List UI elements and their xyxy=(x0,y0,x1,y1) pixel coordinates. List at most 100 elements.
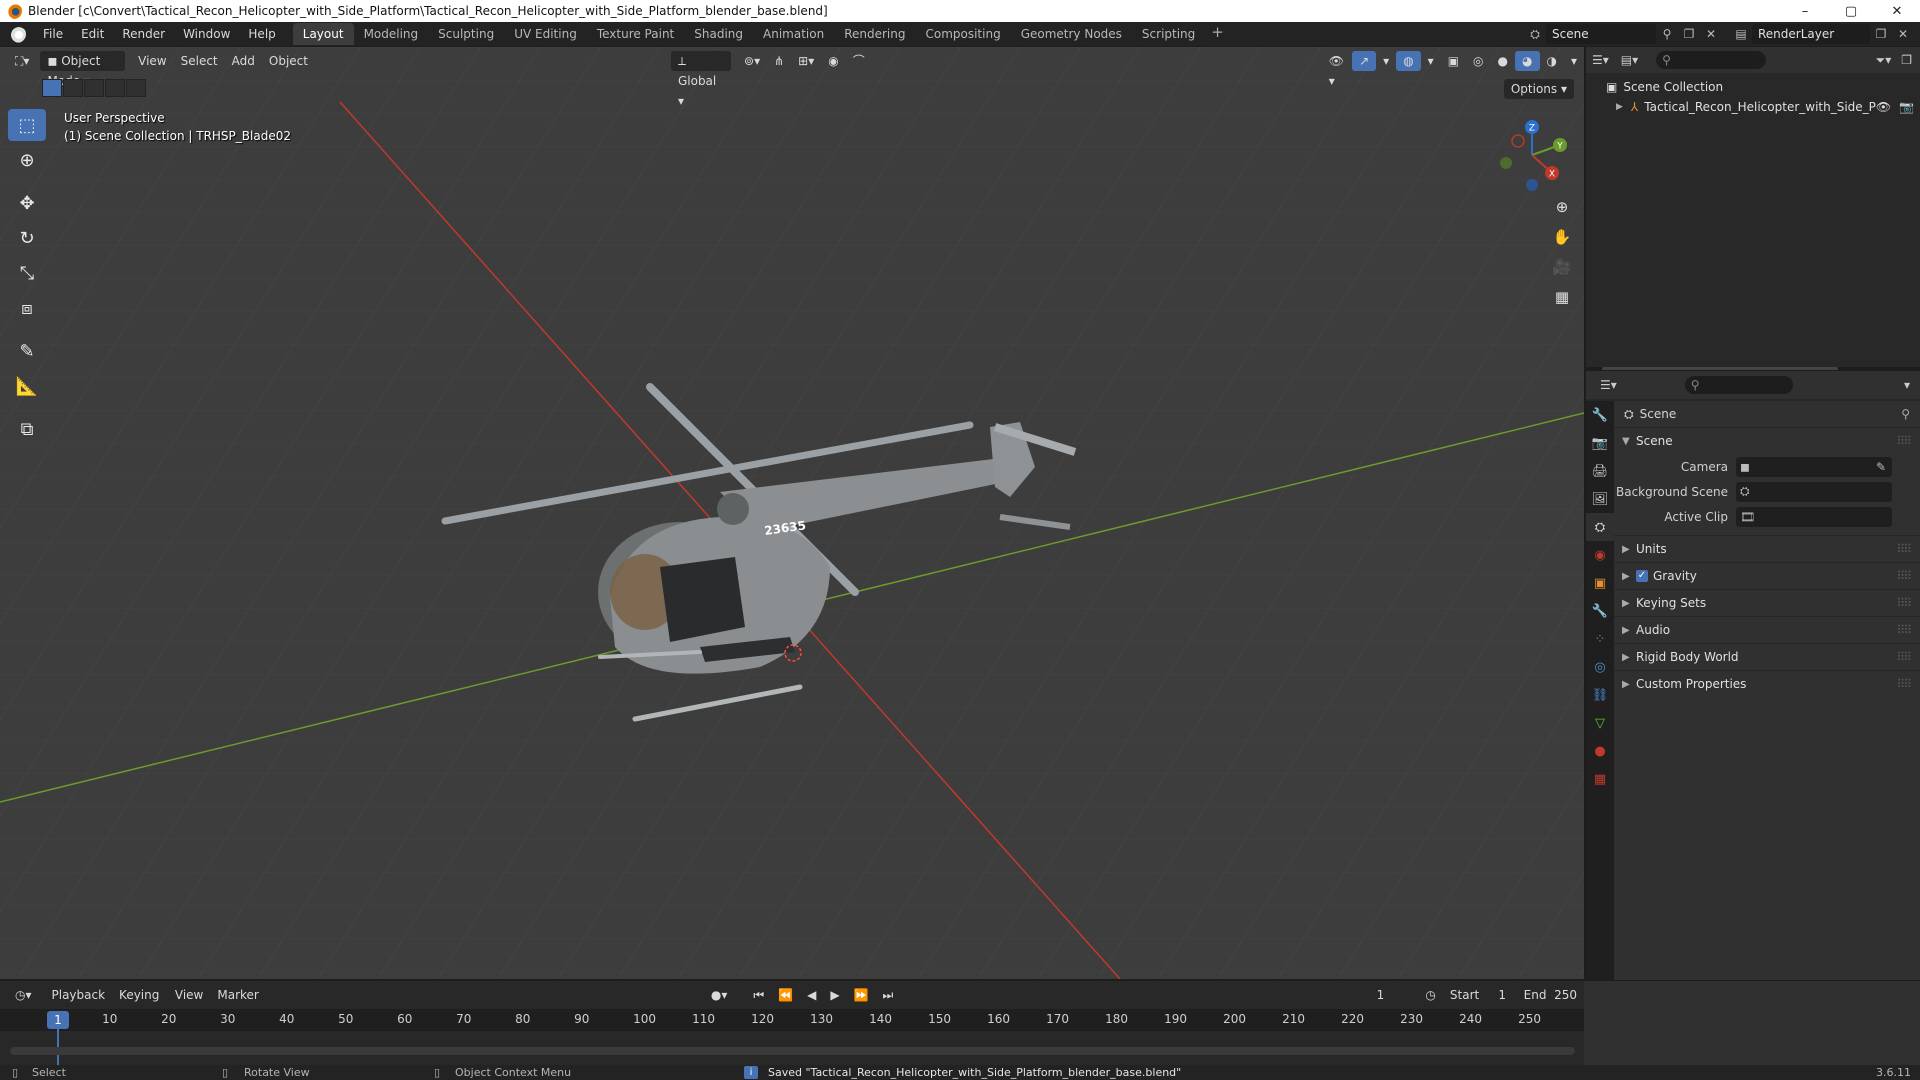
jump-end-icon[interactable]: ⏭ xyxy=(876,985,901,1005)
drag-handle-icon[interactable]: ⠿⠿ xyxy=(1896,650,1912,664)
scene-icon[interactable]: ⛭ xyxy=(1524,24,1546,44)
shading-menu-icon[interactable]: ▾ xyxy=(1564,51,1584,71)
timeline-menu-marker[interactable]: Marker xyxy=(210,985,265,1005)
measure-icon[interactable]: 📐 xyxy=(8,370,46,402)
play-icon[interactable]: ▶ xyxy=(823,985,846,1005)
timeline-menu-view[interactable]: View xyxy=(168,985,210,1005)
custom-properties-panel[interactable]: ▶ Custom Properties ⠿⠿ xyxy=(1614,670,1920,697)
viewport-menu-view[interactable]: View xyxy=(131,51,173,71)
new-view-layer-icon[interactable]: ❐ xyxy=(1870,24,1892,44)
transform-orientation-selector[interactable]: ⟂ Global ▾ xyxy=(670,51,732,108)
viewport-menu-select[interactable]: Select xyxy=(174,51,225,71)
select-box-icon[interactable]: ⬚ xyxy=(8,109,46,141)
world-tab-icon[interactable]: ◉ xyxy=(1586,541,1614,569)
tab-rendering[interactable]: Rendering xyxy=(834,23,915,45)
texture-tab-icon[interactable]: ▦ xyxy=(1586,765,1614,793)
tab-animation[interactable]: Animation xyxy=(753,23,834,45)
keying-sets-panel[interactable]: ▶ Keying Sets ⠿⠿ xyxy=(1614,589,1920,616)
view-layer-field[interactable]: RenderLayer xyxy=(1752,24,1870,44)
zoom-icon[interactable]: ⊕ xyxy=(1548,193,1576,221)
pivot-point-icon[interactable]: ⊚▾ xyxy=(737,51,767,71)
viewport-menu-add[interactable]: Add xyxy=(225,51,262,71)
start-frame-field[interactable]: Start 1 xyxy=(1442,985,1514,1005)
tab-layout[interactable]: Layout xyxy=(292,23,354,45)
visibility-icon[interactable]: 👁▾ xyxy=(1322,51,1352,88)
xray-icon[interactable]: ▣ xyxy=(1441,51,1466,71)
data-tab-icon[interactable]: ▽ xyxy=(1586,709,1614,737)
jump-keyframe-back-icon[interactable]: ⏪ xyxy=(771,985,800,1005)
properties-editor-icon[interactable]: ☰▾ xyxy=(1600,378,1617,392)
navigation-gizmo[interactable]: Z Y X xyxy=(1490,113,1574,197)
select-new-icon[interactable] xyxy=(42,79,62,97)
delete-view-layer-icon[interactable]: ✕ xyxy=(1892,24,1914,44)
physics-tab-icon[interactable]: ◎ xyxy=(1586,653,1614,681)
modifier-tab-icon[interactable]: 🔧 xyxy=(1586,597,1614,625)
drag-handle-icon[interactable]: ⠿⠿ xyxy=(1896,677,1912,691)
proportional-edit-icon[interactable]: ◉ xyxy=(821,51,845,71)
delete-scene-icon[interactable]: ✕ xyxy=(1700,24,1722,44)
mode-selector[interactable]: ◼ Object Mode ▾ xyxy=(40,51,126,88)
minimize-button[interactable]: – xyxy=(1782,0,1828,22)
outliner-item[interactable]: ▶ ⅄ Tactical_Recon_Helicopter_with_Side_… xyxy=(1586,97,1920,117)
select-extend-icon[interactable] xyxy=(63,79,83,97)
drag-handle-icon[interactable]: ⠿⠿ xyxy=(1896,542,1912,556)
tab-uv-editing[interactable]: UV Editing xyxy=(504,23,587,45)
view-layer-icon[interactable]: ▤ xyxy=(1730,24,1752,44)
tab-shading[interactable]: Shading xyxy=(684,23,753,45)
close-button[interactable]: ✕ xyxy=(1874,0,1920,22)
solid-shading-icon[interactable]: ● xyxy=(1491,51,1515,71)
tab-geometry-nodes[interactable]: Geometry Nodes xyxy=(1011,23,1132,45)
menu-window[interactable]: Window xyxy=(174,22,239,46)
select-invert-icon[interactable] xyxy=(105,79,125,97)
timeline-menu-playback[interactable]: Playback ▾ xyxy=(45,985,113,1022)
editor-type-icon[interactable]: ⛶▾ xyxy=(8,51,36,71)
wireframe-shading-icon[interactable]: ◎ xyxy=(1466,51,1490,71)
snap-target-icon[interactable]: ⊞▾ xyxy=(791,51,821,71)
properties-search-input[interactable]: ⚲ xyxy=(1684,376,1793,394)
drag-handle-icon[interactable]: ⠿⠿ xyxy=(1896,623,1912,637)
particles-tab-icon[interactable]: ⁘ xyxy=(1586,625,1614,653)
play-reverse-icon[interactable]: ◀ xyxy=(800,985,823,1005)
background-scene-field[interactable]: ⛭ xyxy=(1736,481,1892,502)
tab-sculpting[interactable]: Sculpting xyxy=(428,23,504,45)
current-frame-field[interactable]: 1 xyxy=(1348,985,1413,1005)
viewport-menu-object[interactable]: Object xyxy=(262,51,315,71)
menu-file[interactable]: File xyxy=(34,22,72,46)
move-icon[interactable]: ✥ xyxy=(8,187,46,219)
rotate-icon[interactable]: ↻ xyxy=(8,222,46,254)
units-panel[interactable]: ▶ Units ⠿⠿ xyxy=(1614,535,1920,562)
camera-view-icon[interactable]: 🎥 xyxy=(1548,253,1576,281)
new-collection-icon[interactable]: ❐ xyxy=(1901,53,1912,67)
properties-options-icon[interactable]: ▾ xyxy=(1904,378,1910,392)
preview-range-icon[interactable]: ◷ xyxy=(1418,985,1442,1005)
material-tab-icon[interactable]: ● xyxy=(1586,737,1614,765)
maximize-button[interactable]: ▢ xyxy=(1828,0,1874,22)
falloff-icon[interactable]: ⌒ xyxy=(846,51,872,71)
constraints-tab-icon[interactable]: ⛓ xyxy=(1586,681,1614,709)
active-clip-field[interactable]: 🎞 xyxy=(1736,506,1892,527)
menu-edit[interactable]: Edit xyxy=(72,22,113,46)
select-intersect-icon[interactable] xyxy=(126,79,146,97)
outliner-root-row[interactable]: ▣ Scene Collection xyxy=(1586,77,1920,97)
outliner-editor-icon[interactable]: ☰▾ xyxy=(1592,53,1609,67)
render-tab-icon[interactable]: 📷 xyxy=(1586,429,1614,457)
scale-icon[interactable]: ⤡ xyxy=(8,257,46,289)
timeline-menu-keying[interactable]: Keying ▾ xyxy=(112,985,168,1022)
expand-arrow-icon[interactable]: ▶ xyxy=(1616,102,1623,112)
scene-section-header[interactable]: ▼ Scene ⠿⠿ xyxy=(1614,427,1920,454)
tab-modeling[interactable]: Modeling xyxy=(354,23,429,45)
ortho-grid-icon[interactable]: ▦ xyxy=(1548,283,1576,311)
jump-start-icon[interactable]: ⏮ xyxy=(746,985,771,1005)
pan-hand-icon[interactable]: ✋ xyxy=(1548,223,1576,251)
overlay-menu-icon[interactable]: ▾ xyxy=(1421,51,1441,71)
neg-y-axis-icon[interactable] xyxy=(1500,157,1512,169)
drag-handle-icon[interactable]: ⠿⠿ xyxy=(1896,596,1912,610)
rendered-shading-icon[interactable]: ◑ xyxy=(1540,51,1564,71)
transform-icon[interactable]: ⧈ xyxy=(8,292,46,324)
tab-scripting[interactable]: Scripting xyxy=(1132,23,1205,45)
pin-icon[interactable]: ⚲ xyxy=(1656,24,1678,44)
object-tab-icon[interactable]: ▣ xyxy=(1586,569,1614,597)
render-camera-icon[interactable]: 📷 xyxy=(1899,100,1914,114)
current-frame-indicator[interactable]: 1 xyxy=(47,1011,69,1029)
overlay-toggle-icon[interactable]: ◍ xyxy=(1396,51,1421,71)
